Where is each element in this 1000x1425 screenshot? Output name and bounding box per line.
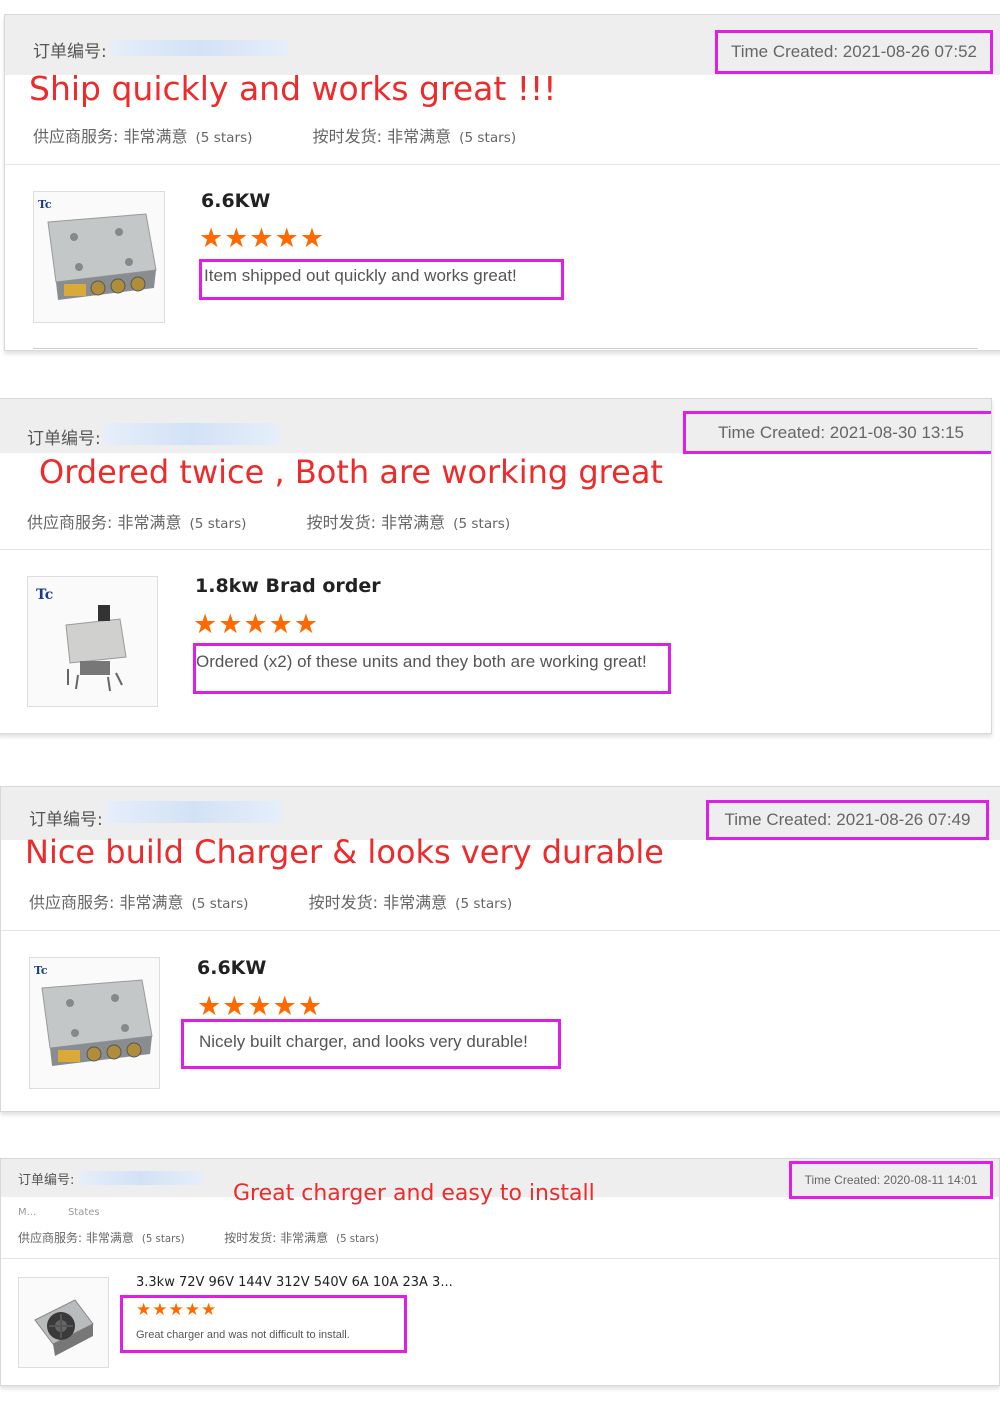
review-headline: Nice build Charger & looks very durable	[25, 833, 664, 871]
order-number-label: 订单编号:	[33, 42, 107, 62]
order-number-label: 订单编号:	[18, 1173, 75, 1188]
order-number-redacted	[110, 40, 288, 56]
rating-line: 供应商服务: 非常满意 (5 stars) 按时发货: 非常满意 (5 stars)	[27, 509, 510, 533]
supplier-stars: (5 stars)	[189, 516, 247, 532]
star-rating: ★★★★★	[136, 1300, 218, 1319]
review-headline: Ordered twice , Both are working great	[39, 453, 663, 491]
svg-text:Tc: Tc	[36, 587, 53, 603]
product-title[interactable]: 3.3kw 72V 96V 144V 312V 540V 6A 10A 23A …	[136, 1275, 453, 1290]
review-card-1: 订单编号: Time Created: 2021-08-26 07:52 Shi…	[4, 14, 1000, 351]
time-created-text: Time Created: 2020-08-11 14:01	[804, 1173, 978, 1187]
time-created-text: Time Created: 2021-08-26 07:49	[724, 810, 971, 829]
review-card-2: 订单编号: Time Created: 2021-08-30 13:15 Ord…	[0, 398, 992, 734]
time-created-text: Time Created: 2021-08-30 13:15	[717, 422, 965, 442]
product-title[interactable]: 1.8kw Brad order	[195, 575, 381, 597]
star-rating: ★★★★★	[197, 991, 324, 1021]
on-time-shipping-rating: 按时发货: 非常满意	[308, 893, 448, 912]
svg-text:Tc: Tc	[38, 198, 52, 211]
on-time-shipping-rating: 按时发货: 非常满意	[306, 513, 446, 532]
review-text-box: Ordered (x2) of these units and they bot…	[193, 643, 671, 694]
buyer-country: M... States	[18, 1207, 100, 1218]
divider	[33, 348, 978, 349]
product-title[interactable]: 6.6KW	[197, 957, 266, 979]
order-number-label: 订单编号:	[27, 429, 101, 449]
review-text: Great charger and was not difficult to i…	[136, 1329, 350, 1341]
charger-product-image: Tc	[34, 964, 153, 1066]
review-card-4: 订单编号: Time Created: 2020-08-11 14:01 Gre…	[0, 1158, 1000, 1386]
supplier-service-rating: 供应商服务: 非常满意	[33, 127, 188, 146]
charger-product-image	[34, 1299, 94, 1356]
rating-line: 供应商服务: 非常满意 (5 stars) 按时发货: 非常满意 (5 stars)	[29, 889, 512, 913]
star-rating: ★★★★★	[199, 223, 326, 253]
shipping-stars: (5 stars)	[336, 1234, 379, 1245]
charger-product-image: Tc	[38, 198, 157, 300]
supplier-service-rating: 供应商服务: 非常满意	[27, 513, 182, 532]
time-created: Time Created: 2020-08-11 14:01	[789, 1161, 993, 1199]
supplier-stars: (5 stars)	[191, 896, 249, 912]
review-headline: Great charger and easy to install	[233, 1181, 595, 1206]
rating-line: 供应商服务: 非常满意 (5 stars) 按时发货: 非常满意 (5 stars)	[18, 1229, 379, 1246]
order-number-label: 订单编号:	[29, 810, 103, 830]
order-number-redacted	[79, 1171, 203, 1185]
time-created: Time Created: 2021-08-26 07:49	[706, 800, 989, 840]
review-text: Nicely built charger, and looks very dur…	[199, 1032, 528, 1051]
time-created-text: Time Created: 2021-08-26 07:52	[730, 42, 978, 61]
review-headline: Ship quickly and works great !!!	[29, 69, 557, 108]
product-thumbnail[interactable]	[18, 1277, 109, 1368]
order-number-redacted	[106, 801, 282, 823]
star-rating: ★★★★★	[193, 609, 320, 639]
product-title[interactable]: 6.6KW	[201, 190, 270, 212]
product-thumbnail[interactable]: Tc	[33, 191, 165, 323]
rating-line: 供应商服务: 非常满意 (5 stars) 按时发货: 非常满意 (5 stars)	[33, 123, 516, 147]
product-thumbnail[interactable]: Tc	[27, 576, 158, 707]
order-number-redacted	[104, 423, 279, 445]
review-card-3: 订单编号: Time Created: 2021-08-26 07:49 Nic…	[0, 786, 1000, 1112]
divider	[0, 549, 991, 550]
supplier-service-rating: 供应商服务: 非常满意	[18, 1231, 134, 1245]
divider	[5, 164, 1000, 165]
shipping-stars: (5 stars)	[453, 516, 511, 532]
review-text: Ordered (x2) of these units and they bot…	[196, 652, 647, 671]
divider	[1, 1258, 999, 1259]
review-text-box: Item shipped out quickly and works great…	[199, 259, 564, 300]
product-thumbnail[interactable]: Tc	[29, 957, 160, 1089]
shipping-stars: (5 stars)	[455, 896, 513, 912]
review-text-box: Nicely built charger, and looks very dur…	[181, 1019, 561, 1069]
on-time-shipping-rating: 按时发货: 非常满意	[312, 127, 452, 146]
time-created: Time Created: 2021-08-26 07:52	[715, 30, 993, 74]
on-time-shipping-rating: 按时发货: 非常满意	[224, 1231, 329, 1245]
supplier-stars: (5 stars)	[141, 1234, 185, 1245]
svg-text:Tc: Tc	[34, 964, 48, 977]
divider	[1, 930, 1000, 931]
charger-product-image: Tc	[36, 587, 127, 692]
shipping-stars: (5 stars)	[459, 130, 517, 146]
review-text-box: ★★★★★ Great charger and was not difficul…	[120, 1295, 407, 1353]
supplier-service-rating: 供应商服务: 非常满意	[29, 893, 184, 912]
supplier-stars: (5 stars)	[195, 130, 253, 146]
time-created: Time Created: 2021-08-30 13:15	[683, 411, 991, 454]
review-text: Item shipped out quickly and works great…	[204, 266, 517, 285]
